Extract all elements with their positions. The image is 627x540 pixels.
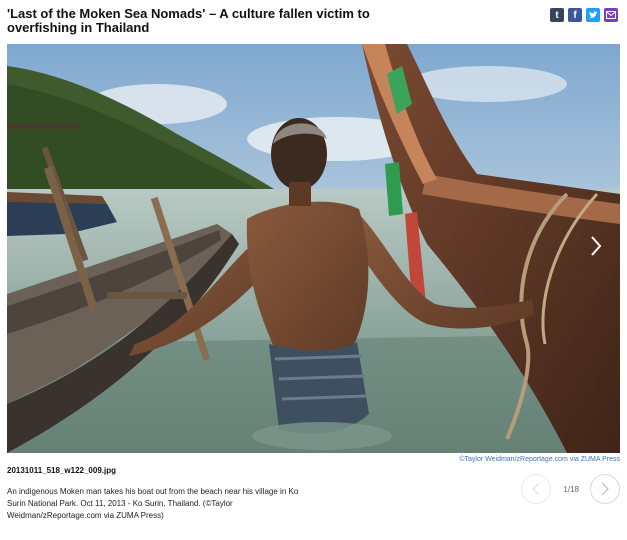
chevron-right-icon [601, 482, 609, 496]
email-icon[interactable] [604, 8, 618, 22]
photo-filename: 20131011_518_w122_009.jpg [7, 466, 116, 475]
tumblr-icon[interactable]: t [550, 8, 564, 22]
facebook-icon[interactable]: f [568, 8, 582, 22]
photo-caption: An indigenous Moken man takes his boat o… [7, 487, 299, 520]
next-button[interactable] [590, 474, 620, 504]
article-title: 'Last of the Moken Sea Nomads' – A cultu… [7, 6, 370, 35]
chevron-right-icon [591, 236, 602, 256]
share-bar: t f [550, 8, 618, 22]
photo-credit: ©Taylor Weidman/zReportage.com via ZUMA … [459, 456, 620, 463]
chevron-left-icon [532, 482, 540, 496]
gallery-photo[interactable] [7, 44, 620, 453]
photo-next-arrow[interactable] [586, 226, 606, 266]
prev-button[interactable] [521, 474, 552, 504]
moken-man-photo [7, 44, 620, 453]
gallery-pager: 1/18 [521, 474, 620, 504]
page-counter: 1/18 [563, 484, 579, 494]
twitter-icon[interactable] [586, 8, 600, 22]
